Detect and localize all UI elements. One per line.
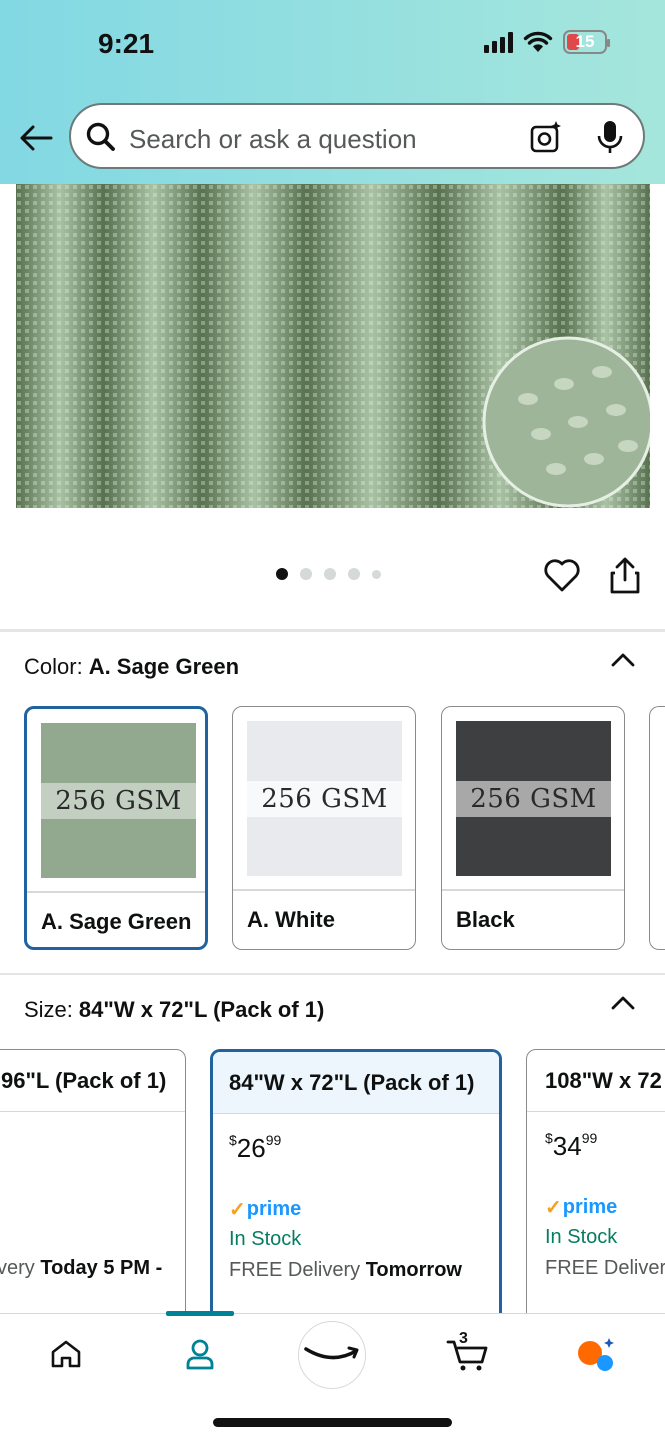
size-label: Size: <box>24 997 73 1022</box>
battery-level: 15 <box>575 32 595 51</box>
pager-dot[interactable] <box>324 568 336 580</box>
swatch-label: A. Sage Green <box>41 909 192 934</box>
size-option-title: 96"L (Pack of 1) <box>1 1068 167 1093</box>
nav-home[interactable] <box>46 1334 86 1374</box>
home-indicator <box>213 1418 452 1427</box>
camera-lens-icon[interactable] <box>529 120 563 154</box>
search-bar[interactable]: Search or ask a question <box>69 103 645 169</box>
rufus-icon <box>578 1338 614 1371</box>
check-icon: ✓ <box>545 1197 562 1219</box>
battery-icon: 15 <box>563 30 610 54</box>
search-icon <box>86 122 115 151</box>
image-pager[interactable] <box>276 568 381 580</box>
swatch-overlay-text: 256 GSM <box>470 783 597 814</box>
back-button[interactable] <box>16 118 56 158</box>
nav-account[interactable] <box>180 1334 220 1374</box>
account-icon <box>186 1339 214 1370</box>
nav-rufus[interactable] <box>576 1334 616 1374</box>
swatch-label: A. White <box>247 907 335 932</box>
size-option-card[interactable]: 108"W x 72 $3499 ✓ prime In Stock FREE De… <box>526 1049 665 1329</box>
status-icons: 15 <box>484 30 610 54</box>
size-option-title: 84"W x 72"L (Pack of 1) <box>229 1070 475 1095</box>
color-selected-value: A. Sage Green <box>88 654 240 679</box>
swatch-label: Black <box>456 907 515 932</box>
app-header: 9:21 15 Search or ask a question <box>0 0 665 184</box>
color-heading: Color: A. Sage Green <box>24 654 239 680</box>
stock-status: In Stock <box>229 1228 302 1250</box>
search-input[interactable]: Search or ask a question <box>129 124 417 155</box>
status-time: 9:21 <box>98 28 155 59</box>
check-icon: ✓ <box>229 1199 246 1221</box>
nav-cart[interactable]: 3 <box>446 1330 488 1374</box>
stock-status: In Stock <box>545 1226 618 1248</box>
heart-icon[interactable] <box>543 557 581 593</box>
prime-badge: ✓ prime <box>545 1196 618 1219</box>
pager-dot[interactable] <box>300 568 312 580</box>
microphone-icon[interactable] <box>595 119 625 155</box>
color-swatch-black[interactable]: 256 GSM Black <box>441 706 625 950</box>
cart-count: 3 <box>459 1330 468 1347</box>
delivery-text: very Today 5 PM - <box>0 1257 163 1279</box>
prime-badge: ✓ prime <box>229 1198 302 1221</box>
color-swatch-sage-green[interactable]: 256 GSM A. Sage Green <box>24 706 208 950</box>
swatch-image: 256 GSM <box>41 723 196 878</box>
color-swatch-white[interactable]: 256 GSM A. White <box>232 706 416 950</box>
price: $3499 <box>545 1130 598 1161</box>
size-option-title: 108"W x 72 <box>545 1068 662 1093</box>
size-heading: Size: 84"W x 72"L (Pack of 1) <box>24 997 324 1023</box>
product-image[interactable] <box>16 184 650 508</box>
curtain-photo <box>16 184 650 508</box>
section-divider <box>0 973 665 975</box>
signal-icon <box>484 31 513 53</box>
pager-dot[interactable] <box>372 569 381 579</box>
swatch-image: 256 GSM <box>247 721 402 876</box>
nav-amazon[interactable] <box>298 1321 366 1389</box>
back-arrow-icon <box>20 125 53 151</box>
home-icon <box>51 1340 81 1368</box>
swatch-overlay-text: 256 GSM <box>261 783 388 814</box>
section-divider <box>0 629 665 632</box>
swatch-image: 256 GSM <box>456 721 611 876</box>
color-label: Color: <box>24 654 83 679</box>
delivery-text: FREE Delivery Tomorrow <box>229 1259 462 1281</box>
share-icon[interactable] <box>608 556 642 596</box>
size-option-card-selected[interactable]: 84"W x 72"L (Pack of 1) $2699 ✓ prime In … <box>210 1049 502 1329</box>
swatch-overlay-text: 256 GSM <box>55 785 182 816</box>
price: $2699 <box>229 1132 282 1163</box>
pager-dot[interactable] <box>276 568 288 580</box>
chevron-up-icon[interactable] <box>611 652 635 668</box>
delivery-text: FREE Delivery <box>545 1257 665 1279</box>
pager-dot[interactable] <box>348 568 360 580</box>
size-option-card[interactable]: 96"L (Pack of 1) very Today 5 PM - <box>0 1049 186 1329</box>
size-selected-value: 84"W x 72"L (Pack of 1) <box>78 997 325 1022</box>
active-tab-indicator <box>166 1311 234 1316</box>
color-swatch-next-partial[interactable] <box>649 706 665 950</box>
chevron-up-icon[interactable] <box>611 995 635 1011</box>
wifi-icon <box>523 31 553 52</box>
amazon-smile-icon <box>304 1346 359 1360</box>
